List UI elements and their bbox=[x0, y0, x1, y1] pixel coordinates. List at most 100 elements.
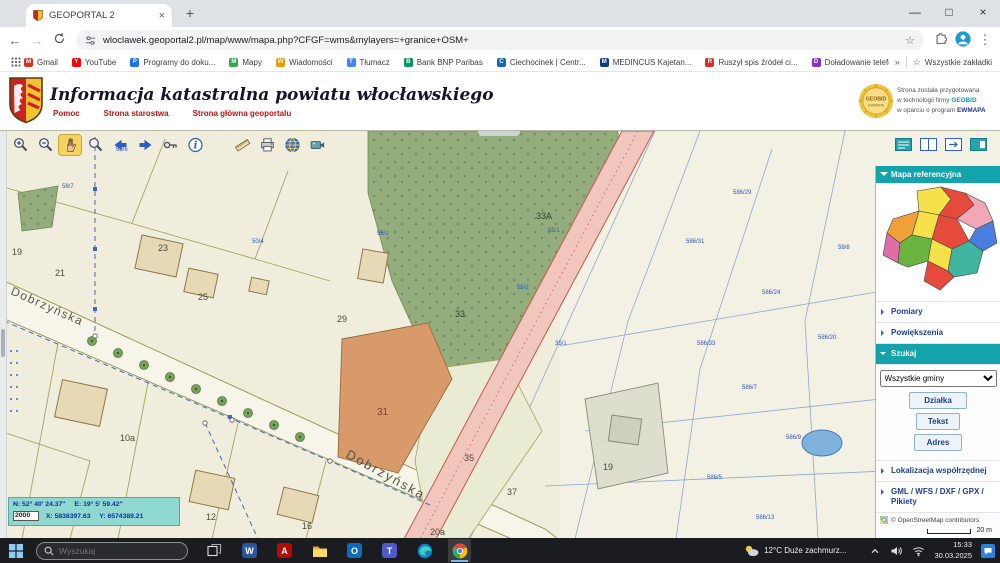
maximize-button[interactable]: □ bbox=[932, 0, 966, 27]
desktop: GEOPORTAL 2 × + — □ × ← → wloclawek.geop… bbox=[0, 0, 1000, 563]
coord-x: X: 5838397.63 bbox=[45, 512, 91, 520]
browser-menu-icon[interactable]: ⋮ bbox=[974, 32, 996, 48]
sidebar-section-powiekszenia[interactable]: Powiększenia bbox=[876, 323, 1000, 344]
profile-avatar[interactable] bbox=[952, 30, 974, 50]
cadastral-map[interactable]: DobrzyńskaDobrzyńska1921232529313333A353… bbox=[0, 131, 1000, 539]
sidebar: Mapa referencyjna Pomiary Powiększenia S… bbox=[875, 166, 1000, 539]
globe-tool-button[interactable] bbox=[281, 135, 303, 155]
tekst-button[interactable]: Tekst bbox=[916, 413, 960, 430]
volume-icon[interactable] bbox=[890, 545, 903, 557]
chrome-taskbar-icon[interactable] bbox=[448, 539, 471, 562]
bookmark-item[interactable]: M Gmail bbox=[24, 57, 58, 67]
notifications-icon[interactable] bbox=[981, 543, 995, 558]
next-view-tool-button[interactable] bbox=[134, 135, 156, 155]
bookmark-favicon-icon: Y bbox=[71, 57, 81, 67]
acrobat-taskbar-icon[interactable]: A bbox=[273, 539, 296, 562]
map-label: 10a bbox=[120, 433, 135, 443]
hidden-icons-chevron-icon[interactable] bbox=[869, 545, 881, 557]
search-panel: Wszystkie gminy Działka Tekst Adres bbox=[876, 365, 1000, 461]
extensions-icon[interactable] bbox=[930, 32, 952, 48]
map-label: 50/4 bbox=[252, 239, 264, 245]
zoom-in-tool-button[interactable] bbox=[9, 135, 31, 155]
apps-grid-icon[interactable] bbox=[8, 55, 24, 70]
bookmark-item[interactable]: T Tłumacz bbox=[346, 57, 390, 67]
bookmark-item[interactable]: M MEDINCUS Kajetan... bbox=[599, 57, 692, 67]
reference-map-header[interactable]: Mapa referencyjna bbox=[876, 166, 1000, 183]
minimize-button[interactable]: — bbox=[898, 0, 932, 27]
section-label: Lokalizacja współrzędnej bbox=[891, 466, 987, 475]
forward-button[interactable]: → bbox=[26, 33, 48, 48]
osm-attribution[interactable]: © OpenStreetMap contributors bbox=[876, 514, 1000, 526]
bookmark-item[interactable]: R Ruszył spis źródeł ci... bbox=[705, 57, 798, 67]
bookmarks-overflow-icon[interactable]: » bbox=[895, 57, 900, 67]
sidebar-section-pomiary[interactable]: Pomiary bbox=[876, 302, 1000, 323]
bookmark-item[interactable]: C Ciechocinek | Centr... bbox=[496, 57, 586, 67]
link-strona-starostwa[interactable]: Strona starostwa bbox=[104, 109, 169, 118]
bookmark-item[interactable]: W Wiadomości bbox=[275, 57, 333, 67]
split-view-icon[interactable] bbox=[920, 138, 937, 151]
browser-tab[interactable]: GEOPORTAL 2 × bbox=[26, 4, 172, 27]
bookmark-item[interactable]: Y YouTube bbox=[71, 57, 116, 67]
ruler-tool-button[interactable] bbox=[231, 135, 253, 155]
search-icon bbox=[44, 546, 54, 556]
site-info-icon[interactable] bbox=[85, 35, 96, 46]
zoom-out-tool-button[interactable] bbox=[34, 135, 56, 155]
taskbar-search[interactable] bbox=[36, 541, 188, 560]
print-tool-button[interactable] bbox=[256, 135, 278, 155]
start-button[interactable] bbox=[5, 539, 27, 562]
swap-panels-icon[interactable] bbox=[945, 138, 962, 151]
dzialka-button[interactable]: Działka bbox=[909, 392, 967, 409]
key-tool-button[interactable] bbox=[159, 135, 181, 155]
bookmark-item[interactable]: B Bank BNP Paribas bbox=[403, 57, 483, 67]
taskbar-search-input[interactable] bbox=[59, 545, 171, 556]
maximize-map-icon[interactable] bbox=[970, 138, 987, 151]
map-left-scrollbar[interactable] bbox=[0, 131, 7, 539]
close-button[interactable]: × bbox=[966, 0, 1000, 27]
pan-tool-button[interactable] bbox=[59, 135, 81, 155]
word-taskbar-icon[interactable]: W bbox=[238, 539, 261, 562]
map-top-collapse-handle[interactable] bbox=[478, 131, 520, 136]
gmina-select[interactable]: Wszystkie gminy bbox=[879, 370, 997, 387]
sidebar-section-lokalizacja[interactable]: Lokalizacja współrzędnej bbox=[876, 461, 1000, 482]
outlook-taskbar-icon[interactable]: O bbox=[343, 539, 366, 562]
map-label: 586/24 bbox=[762, 290, 781, 296]
address-bar[interactable]: wloclawek.geoportal2.pl/map/www/mapa.php… bbox=[76, 30, 924, 50]
section-label: Szukaj bbox=[891, 349, 917, 358]
reference-map-image[interactable] bbox=[876, 183, 1000, 302]
network-icon[interactable] bbox=[912, 545, 925, 557]
adres-button[interactable]: Adres bbox=[914, 434, 962, 451]
scale-line bbox=[927, 529, 972, 534]
back-button[interactable]: ← bbox=[4, 33, 26, 48]
link-pomoc[interactable]: Pomoc bbox=[53, 109, 80, 118]
map-toolbar: i bbox=[9, 135, 328, 155]
link-strona-glowna[interactable]: Strona główna geoportalu bbox=[193, 109, 292, 118]
camera-tool-button[interactable] bbox=[306, 135, 328, 155]
bookmark-item[interactable]: P Programy do doku... bbox=[130, 57, 215, 67]
zoom-window-tool-button[interactable] bbox=[84, 135, 106, 155]
url-text[interactable]: wloclawek.geoportal2.pl/map/www/mapa.php… bbox=[103, 35, 898, 46]
new-tab-button[interactable]: + bbox=[180, 5, 200, 21]
reference-map-window-icon[interactable] bbox=[895, 138, 912, 151]
weather-widget[interactable]: 12°C Duże zachmurz... bbox=[744, 544, 846, 557]
prev-view-tool-button[interactable] bbox=[109, 135, 131, 155]
tab-close-icon[interactable]: × bbox=[159, 10, 165, 22]
info-tool-button[interactable]: i bbox=[184, 135, 206, 155]
sidebar-section-szukaj[interactable]: Szukaj bbox=[876, 344, 1000, 365]
map-label: 33A bbox=[536, 211, 552, 221]
bookmark-item[interactable]: M Mapy bbox=[229, 57, 262, 67]
edge-taskbar-icon[interactable] bbox=[413, 539, 436, 562]
reload-button[interactable] bbox=[48, 32, 70, 48]
window-controls: — □ × bbox=[898, 0, 1000, 27]
explorer-taskbar-icon[interactable] bbox=[308, 539, 331, 562]
taskbar-clock[interactable]: 15:33 30.03.2025 bbox=[934, 540, 972, 560]
scale-input[interactable] bbox=[13, 510, 39, 521]
bookmark-label: MEDINCUS Kajetan... bbox=[612, 57, 692, 67]
sidebar-section-gml[interactable]: GML / WFS / DXF / GPX / Pikiety bbox=[876, 482, 1000, 513]
bookmark-label: Doładowanie telefonu bbox=[824, 57, 889, 67]
bookmark-item[interactable]: DDoładowanie telefonu bbox=[811, 57, 889, 67]
map-label: 12 bbox=[206, 512, 216, 522]
all-bookmarks-button[interactable]: ☆ Wszystkie zakładki bbox=[913, 57, 992, 68]
teams-taskbar-icon[interactable]: T bbox=[378, 539, 401, 562]
task-view-taskbar-icon[interactable] bbox=[203, 539, 226, 562]
bookmark-star-icon[interactable]: ☆ bbox=[905, 34, 915, 47]
